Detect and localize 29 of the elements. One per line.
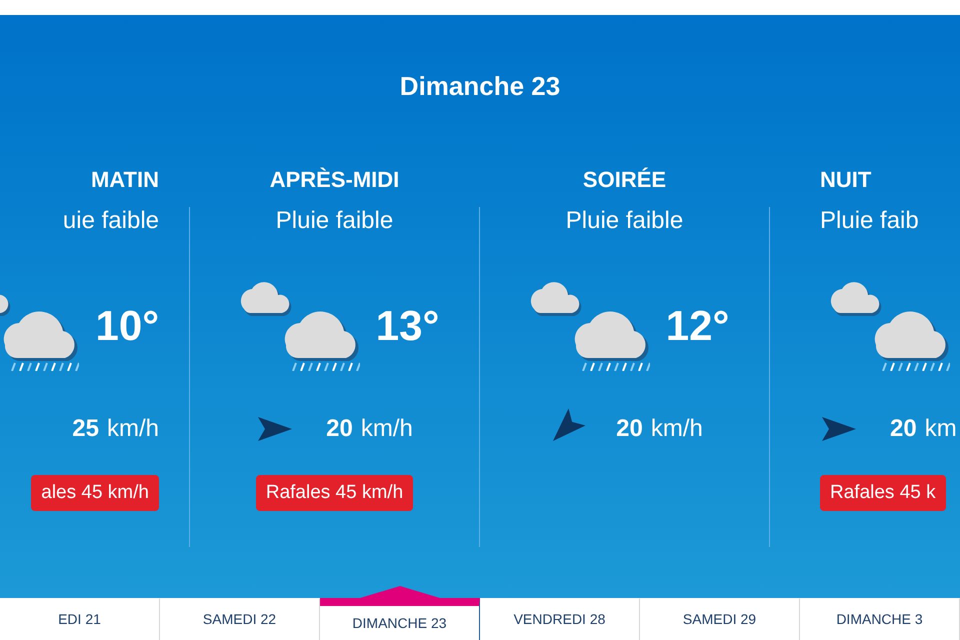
day-tab[interactable]: DIMANCHE 3 [800,598,960,640]
wind-speed: 20 [890,414,917,444]
period-name: APRÈS-MIDI [270,169,400,191]
period-name: SOIRÉE [582,169,666,191]
wind-speed: 20 [616,414,643,444]
gust-warning: ales 45 km/h [31,475,159,511]
period-name: NUIT [820,169,872,191]
weather-condition: Pluie faible [276,209,394,233]
day-tab[interactable]: SAMEDI 22 [160,598,320,640]
temperature: 13° [376,300,440,350]
day-tab[interactable]: SAMEDI 29 [640,598,800,640]
wind-unit: km/h [360,414,413,444]
wind-speed: 25 [72,414,99,444]
day-tab[interactable]: VENDREDI 28 [480,598,640,640]
day-title: Dimanche 23 [400,73,560,99]
gust-warning: Rafales 45 km/h [256,475,414,511]
period-name: MATIN [90,169,159,191]
day-tab[interactable]: EDI 21 [0,598,160,640]
weather-condition: Pluie faible [566,209,684,233]
wind-speed: 20 [326,414,353,444]
wind-unit: km/h [650,414,703,444]
temperature: 10° [95,300,159,350]
weather-condition: Pluie faib [820,209,919,233]
gust-warning: Rafales 45 k [820,475,946,511]
weather-condition: uie faible [62,209,159,233]
wind-unit: km [924,414,957,444]
temperature: 12° [666,300,730,350]
selected-notch-icon [360,586,440,598]
wind-unit: km/h [106,414,159,444]
